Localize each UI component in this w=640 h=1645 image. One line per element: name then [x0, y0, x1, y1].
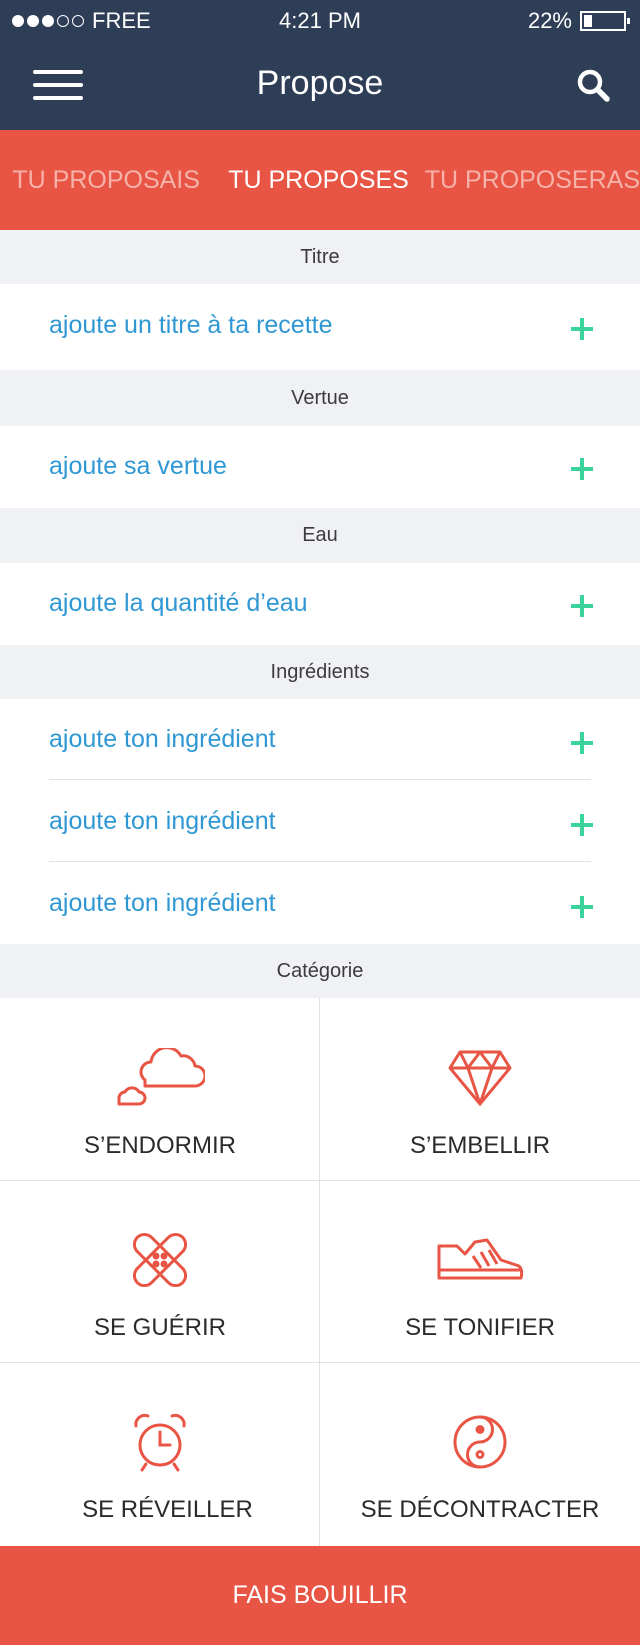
- add-ingredient-3-plus-icon[interactable]: [571, 896, 593, 918]
- category-grid: S’ENDORMIR S’EMBELLIR SE GUÉRIR SE TONIF…: [0, 998, 640, 1546]
- category-sendormir[interactable]: S’ENDORMIR: [0, 998, 320, 1180]
- water-quantity-input[interactable]: ajoute la quantité d’eau: [49, 589, 308, 618]
- category-label: SE DÉCONTRACTER: [360, 1496, 600, 1523]
- ingredient-input-1[interactable]: ajoute ton ingrédient: [49, 725, 276, 754]
- section-header-eau: Eau: [0, 508, 640, 563]
- category-seguerir[interactable]: SE GUÉRIR: [0, 1180, 320, 1362]
- bandage-icon: [0, 1230, 320, 1300]
- ingredient-input-2[interactable]: ajoute ton ingrédient: [49, 807, 276, 836]
- page-title: Propose: [256, 64, 384, 102]
- category-label: S’EMBELLIR: [409, 1132, 551, 1159]
- vertue-field-row[interactable]: ajoute sa vertue: [0, 426, 640, 508]
- category-sedecontracter[interactable]: SE DÉCONTRACTER: [320, 1362, 640, 1544]
- add-vertue-plus-icon[interactable]: [571, 458, 593, 480]
- search-icon[interactable]: [576, 68, 610, 102]
- tab-tu-proposes[interactable]: TU PROPOSES: [212, 166, 424, 195]
- tab-bar: TU PROPOSAIS TU PROPOSES TU PROPOSERAS: [0, 130, 640, 230]
- battery-icon: [580, 11, 630, 31]
- nav-bar: Propose: [0, 40, 640, 130]
- ingredient-input-3[interactable]: ajoute ton ingrédient: [49, 889, 276, 918]
- fais-bouillir-button[interactable]: FAIS BOUILLIR: [0, 1546, 640, 1645]
- category-sembellir[interactable]: S’EMBELLIR: [320, 998, 640, 1180]
- section-header-ingredients: Ingrédients: [0, 645, 640, 699]
- alarm-clock-icon: [0, 1412, 320, 1482]
- clouds-icon: [0, 1048, 320, 1118]
- ingredients-list: ajoute ton ingrédient ajoute ton ingrédi…: [0, 699, 640, 944]
- category-label: S’ENDORMIR: [83, 1132, 236, 1159]
- category-setonifier[interactable]: SE TONIFIER: [320, 1180, 640, 1362]
- title-field-row[interactable]: ajoute un titre à ta recette: [0, 284, 640, 370]
- category-label: SE TONIFIER: [405, 1314, 555, 1341]
- divider: [49, 779, 591, 780]
- yin-yang-icon: [320, 1412, 640, 1482]
- eau-field-row[interactable]: ajoute la quantité d’eau: [0, 563, 640, 645]
- tab-tu-proposais[interactable]: TU PROPOSAIS: [0, 166, 212, 195]
- category-label: SE GUÉRIR: [93, 1314, 227, 1341]
- add-ingredient-2-plus-icon[interactable]: [571, 814, 593, 836]
- section-header-titre: Titre: [0, 230, 640, 284]
- status-bar: FREE 4:21 PM 22%: [0, 0, 640, 40]
- diamond-icon: [320, 1048, 640, 1118]
- vertue-input[interactable]: ajoute sa vertue: [49, 452, 227, 481]
- category-label: SE RÉVEILLER: [82, 1496, 253, 1523]
- add-ingredient-1-plus-icon[interactable]: [571, 732, 593, 754]
- divider: [49, 861, 591, 862]
- battery-percent: 22%: [527, 8, 572, 33]
- category-sereveiller[interactable]: SE RÉVEILLER: [0, 1362, 335, 1544]
- title-input[interactable]: ajoute un titre à ta recette: [49, 311, 333, 340]
- add-title-plus-icon[interactable]: [571, 318, 593, 340]
- add-water-plus-icon[interactable]: [571, 595, 593, 617]
- section-header-vertue: Vertue: [0, 370, 640, 426]
- section-header-categorie: Catégorie: [0, 944, 640, 998]
- sneaker-icon: [320, 1230, 640, 1300]
- tab-tu-proposeras[interactable]: TU PROPOSERAS: [425, 166, 640, 195]
